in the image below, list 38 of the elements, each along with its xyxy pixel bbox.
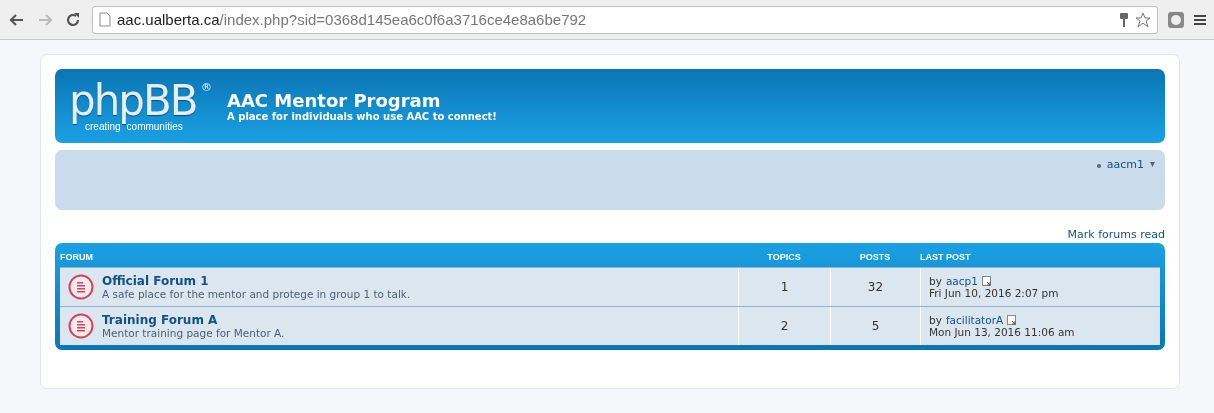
bullet-icon <box>1096 164 1101 168</box>
logo-tagline: creating <box>85 120 121 132</box>
by-label: by <box>929 314 942 326</box>
user-link[interactable]: aacm1 <box>1106 158 1144 171</box>
key-icon[interactable] <box>1119 11 1129 28</box>
star-icon[interactable] <box>1135 11 1151 28</box>
forum-description: A safe place for the mentor and protege in group 1 to talk. <box>102 288 411 300</box>
author-link[interactable]: aacp1 <box>945 275 978 287</box>
site-title: AAC Mentor Program <box>227 90 442 111</box>
forum-icon <box>68 274 94 300</box>
column-header: LAST POST <box>920 252 972 262</box>
view-post-icon[interactable] <box>981 276 992 286</box>
site-description: A place for individuals who use AAC to connect! <box>227 111 497 122</box>
view-post-icon[interactable] <box>1007 315 1018 325</box>
reload-icon[interactable] <box>64 10 82 29</box>
mark-forums-read-link[interactable]: Mark forums read <box>1067 228 1165 241</box>
forum-title-link[interactable]: Official Forum 1 <box>102 274 411 288</box>
page-icon <box>99 12 111 27</box>
dropdown-caret[interactable]: ▾ <box>1149 158 1155 169</box>
extension-icon[interactable] <box>1168 11 1184 28</box>
menu-icon[interactable] <box>1194 12 1206 27</box>
post-date: Fri Jun 10, 2016 2:07 pm <box>929 287 1060 299</box>
by-label: by <box>929 275 942 287</box>
column-header: POSTS <box>858 252 892 262</box>
posts-count: 32 <box>867 280 884 294</box>
registered-mark: ® <box>201 80 212 94</box>
logo-tagline: communities <box>126 120 183 132</box>
author-link[interactable]: facilitatorA <box>945 314 1004 326</box>
forum-title-link[interactable]: Training Forum A <box>102 313 285 327</box>
topics-count: 1 <box>780 280 789 294</box>
address-bar[interactable]: aac.ualberta.ca/index.php?sid=0368d145ea6c0f6a3716ce4e8a6be792 <box>92 5 1158 34</box>
forum-icon <box>68 313 94 339</box>
forum-description: Mentor training page for Mentor A. <box>102 327 285 339</box>
column-header: TOPICS <box>766 252 802 262</box>
post-date: Mon Jun 13, 2016 11:06 am <box>929 326 1076 338</box>
posts-count: 5 <box>871 319 880 333</box>
topics-count: 2 <box>780 319 789 333</box>
column-header: FORUM <box>60 252 94 262</box>
